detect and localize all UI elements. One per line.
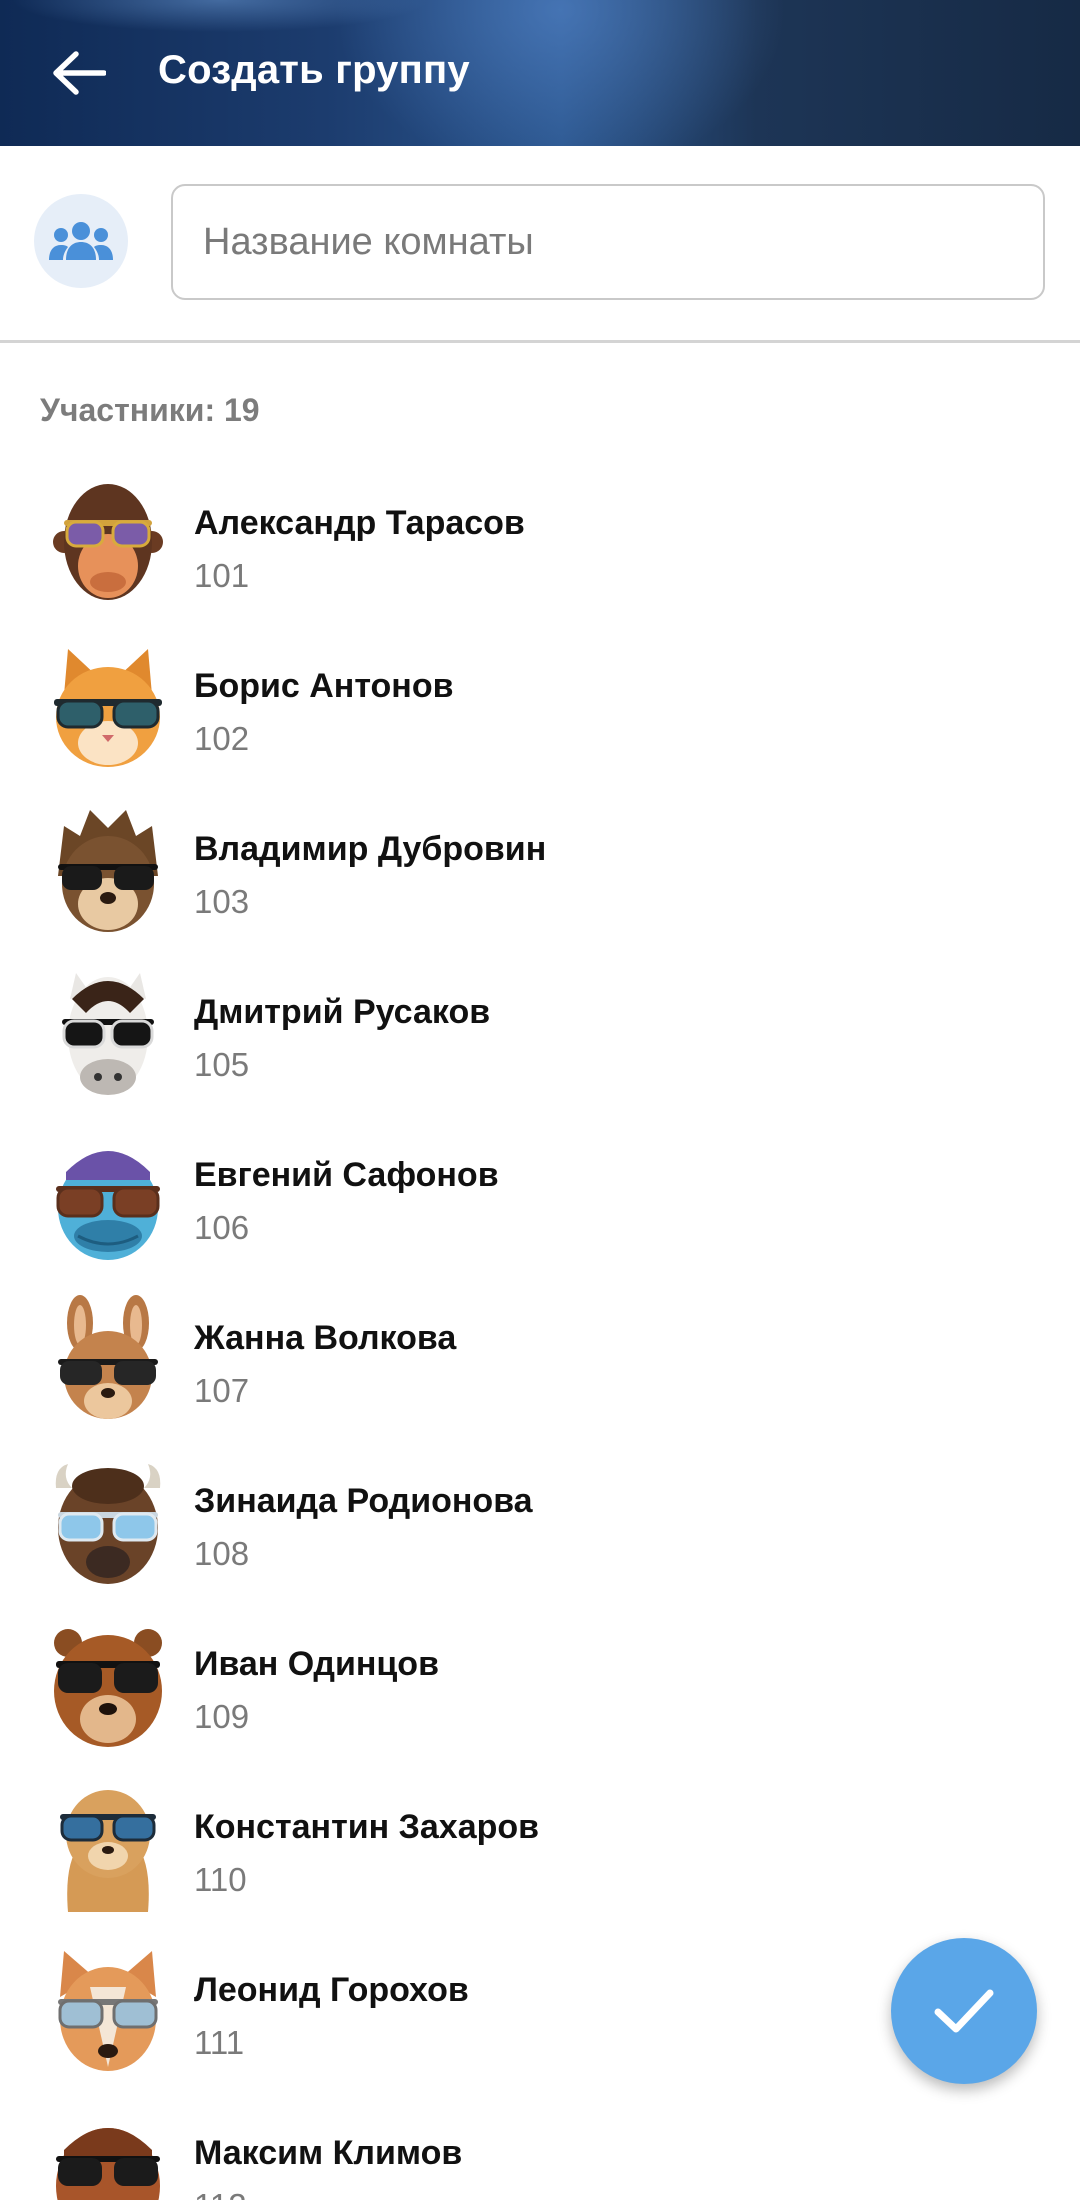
- member-extension: 109: [194, 1698, 250, 1735]
- screen: Создать группу Участники: 19: [0, 0, 1080, 2200]
- members-count: Участники: 19: [40, 392, 260, 428]
- room-name-input[interactable]: [171, 184, 1045, 300]
- member-item[interactable]: Евгений Сафонов 106: [0, 1120, 1080, 1283]
- horse-sunglasses-avatar: [62, 973, 154, 1095]
- member-name: Александр Тарасов: [194, 504, 525, 542]
- member-name: Жанна Волкова: [194, 1319, 457, 1357]
- member-name: Евгений Сафонов: [194, 1156, 499, 1194]
- room-avatar[interactable]: [34, 194, 128, 288]
- member-item[interactable]: Владимир Дубровин 103: [0, 794, 1080, 957]
- member-item[interactable]: Борис Антонов 102: [0, 631, 1080, 794]
- lizard-sunglasses-avatar: [56, 1151, 160, 1260]
- member-extension: 111: [194, 2024, 245, 2061]
- member-name: Леонид Горохов: [194, 1971, 469, 2009]
- member-item[interactable]: Константин Захаров 110: [0, 1772, 1080, 1935]
- kangaroo-sunglasses-avatar: [58, 1295, 158, 1419]
- member-name: Борис Антонов: [194, 667, 454, 705]
- member-extension: 101: [194, 557, 250, 594]
- member-extension: 108: [194, 1535, 250, 1572]
- arrow-left-icon: [53, 51, 106, 95]
- bear-sunglasses-avatar: [54, 1629, 162, 1747]
- back-button[interactable]: [38, 38, 118, 108]
- app-bar: Создать группу: [0, 0, 1080, 146]
- member-extension: 103: [194, 883, 250, 920]
- bison-sunglasses-avatar: [55, 1464, 161, 1584]
- member-name: Зинаида Родионова: [194, 1482, 533, 1520]
- room-settings: [0, 146, 1080, 342]
- member-extension: 112: [194, 2187, 247, 2200]
- member-name: Максим Климов: [194, 2134, 463, 2172]
- monkey-sunglasses-avatar: [53, 484, 163, 600]
- member-item[interactable]: Зинаида Родионова 108: [0, 1446, 1080, 1609]
- member-item[interactable]: Иван Одинцов 109: [0, 1609, 1080, 1772]
- beaver-sunglasses-avatar: [56, 2128, 160, 2200]
- member-list: Александр Тарасов 101 Борис Антонов 102: [0, 468, 1080, 2200]
- meerkat-sunglasses-avatar: [60, 1790, 156, 1912]
- divider: [0, 340, 1080, 343]
- member-name: Иван Одинцов: [194, 1645, 439, 1683]
- member-extension: 110: [194, 1861, 247, 1898]
- member-item[interactable]: Дмитрий Русаков 105: [0, 957, 1080, 1120]
- group-icon: [49, 222, 113, 260]
- member-extension: 107: [194, 1372, 250, 1409]
- member-item[interactable]: Жанна Волкова 107: [0, 1283, 1080, 1446]
- member-extension: 102: [194, 720, 250, 757]
- page-title: Создать группу: [158, 48, 470, 92]
- member-name: Дмитрий Русаков: [194, 993, 491, 1031]
- confirm-button[interactable]: [891, 1938, 1037, 2084]
- member-extension: 106: [194, 1209, 250, 1246]
- member-name: Константин Захаров: [194, 1808, 540, 1846]
- hedgehog-sunglasses-avatar: [58, 810, 158, 932]
- checkmark-icon: [934, 1989, 994, 2033]
- dog-sunglasses-avatar: [58, 1951, 158, 2071]
- member-item[interactable]: Максим Климов 112: [0, 2098, 1080, 2200]
- member-extension: 105: [194, 1046, 250, 1083]
- member-name: Владимир Дубровин: [194, 830, 547, 868]
- cat-sunglasses-avatar: [54, 649, 162, 767]
- member-item[interactable]: Александр Тарасов 101: [0, 468, 1080, 631]
